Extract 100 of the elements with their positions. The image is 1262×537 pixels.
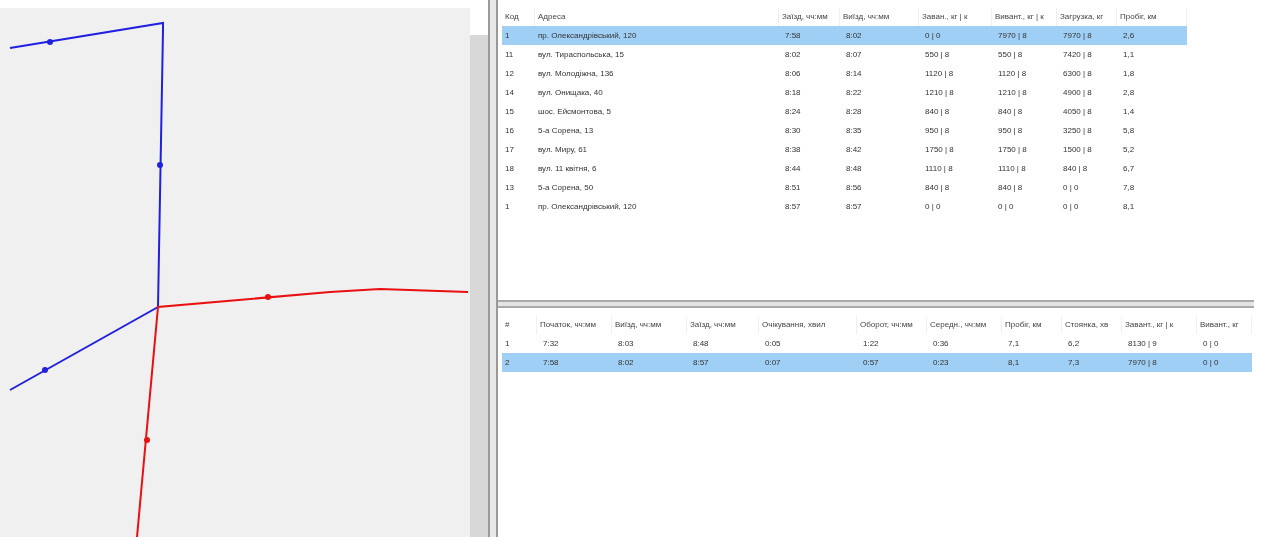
table-cell-text: 1120 | 8 [924, 68, 955, 80]
table-row[interactable]: 2 7:58 8:02 8:57 0:07 0:57 0:23 8,1 7,3 7970 | 8 0 | 0 [502, 353, 1252, 372]
table-cell-text: вул. Молодіжна, 136 [537, 68, 615, 80]
table-cell-text: пр. Олександрівський, 120 [537, 30, 638, 42]
table-cell-text: 6,7 [1122, 163, 1136, 175]
table-cell-text: 1,1 [1122, 49, 1136, 61]
table-cell-text: 550 | 8 [924, 49, 951, 61]
table-cell-text: вул. Тираспольська, 15 [537, 49, 625, 61]
table-row[interactable]: 17 вул. Миру, 61 8:38 8:42 1750 | 8 1750 | 8 1500 | 8 5,2 [502, 140, 1187, 159]
table-cell-text: 840 | 8 [997, 106, 1024, 118]
table-row[interactable]: 14 вул. Онищака, 40 8:18 8:22 1210 | 8 1210 | 8 4900 | 8 2,8 [502, 83, 1187, 102]
table-cell-text: 8130 | 9 [1127, 338, 1158, 350]
table-cell-text: 8:44 [784, 163, 802, 175]
column-header[interactable]: Завант., кг | к [1122, 316, 1197, 334]
table-cell-text: пр. Олександрівський, 120 [537, 201, 638, 213]
column-header[interactable]: # [502, 316, 537, 334]
table-cell-text: 0:36 [932, 338, 950, 350]
table-cell-text: 7:58 [542, 357, 560, 369]
table-cell-text: 8:18 [784, 87, 802, 99]
table-cell-text: 12 [504, 68, 515, 80]
column-header[interactable]: Середн., чч:мм [927, 316, 1002, 334]
table-cell-text: 0 | 0 [1062, 201, 1080, 213]
column-header[interactable]: Оборот, чч:мм [857, 316, 927, 334]
table-cell-text: 6,2 [1067, 338, 1081, 350]
table-row[interactable]: 1 пр. Олександрівський, 120 7:58 8:02 0 | 0 7970 | 8 7970 | 8 2,6 [502, 26, 1187, 45]
table-cell-text: 1,4 [1122, 106, 1136, 118]
table-cell-text: 8:28 [845, 106, 863, 118]
table-row[interactable]: 16 5-а Сорена, 13 8:30 8:35 950 | 8 950 | 8 3250 | 8 5,8 [502, 121, 1187, 140]
table-row[interactable]: 18 вул. 11 квітня, 6 8:44 8:48 1110 | 8 1110 | 8 840 | 8 6,7 [502, 159, 1187, 178]
table-cell-text: 13 [504, 182, 515, 194]
table-cell-text: 0 | 0 [1062, 182, 1080, 194]
table-cell-text: 0 | 0 [924, 30, 942, 42]
table-cell-text: шос. Ейсмонтова, 5 [537, 106, 612, 118]
table-cell-text: 1750 | 8 [997, 144, 1028, 156]
table-cell-text: 8,1 [1007, 357, 1021, 369]
table-cell-text: 1500 | 8 [1062, 144, 1093, 156]
table-cell-text: 7,1 [1007, 338, 1021, 350]
table-cell-text: 0:05 [764, 338, 782, 350]
table-cell-text: 8:42 [845, 144, 863, 156]
table-cell-text: 950 | 8 [997, 125, 1024, 137]
table-cell-text: 1750 | 8 [924, 144, 955, 156]
table-cell-text: 5,2 [1122, 144, 1136, 156]
table-cell-text: 4050 | 8 [1062, 106, 1093, 118]
table-cell-text: 5-а Сорена, 50 [537, 182, 595, 194]
table-cell-text: 2,6 [1122, 30, 1136, 42]
splitter[interactable] [488, 0, 498, 537]
table-cell-text: 8:57 [784, 201, 802, 213]
splitter[interactable] [498, 300, 1254, 308]
table-cell-text: 1 [504, 338, 511, 350]
table-cell-text: 1 [504, 30, 511, 42]
table-cell-text: 8,1 [1122, 201, 1136, 213]
table-row[interactable]: 13 5-а Сорена, 50 8:51 8:56 840 | 8 840 | 8 0 | 0 7,8 [502, 178, 1187, 197]
table-cell-text: 18 [504, 163, 515, 175]
table-cell-text: 1210 | 8 [924, 87, 955, 99]
table-cell-text: 950 | 8 [924, 125, 951, 137]
table-row[interactable]: 11 вул. Тираспольська, 15 8:02 8:07 550 | 8 550 | 8 7420 | 8 1,1 [502, 45, 1187, 64]
table-cell-text: 8:14 [845, 68, 863, 80]
table-cell-text: 1,8 [1122, 68, 1136, 80]
table-cell-text: 8:48 [845, 163, 863, 175]
table-row[interactable]: 1 пр. Олександрівський, 120 8:57 8:57 0 | 0 0 | 0 0 | 0 8,1 [502, 197, 1187, 216]
table-cell-text: 8:06 [784, 68, 802, 80]
table-cell-text: 8:48 [692, 338, 710, 350]
column-header[interactable]: Очікування, хвил [759, 316, 857, 334]
table-cell-text: 15 [504, 106, 515, 118]
table-cell-text: 8:24 [784, 106, 802, 118]
table-cell-text: 8:57 [845, 201, 863, 213]
table-cell-text: 840 | 8 [924, 182, 951, 194]
table-cell-text: 0 | 0 [997, 201, 1015, 213]
column-header[interactable]: Стоянка, хв [1062, 316, 1122, 334]
table-cell-text: 7:32 [542, 338, 560, 350]
table-cell-text: 0:23 [932, 357, 950, 369]
table-cell-text: 8:02 [845, 30, 863, 42]
table-cell-text: 1110 | 8 [997, 163, 1027, 175]
table-cell-text: 0 | 0 [1202, 338, 1220, 350]
table-cell-text: 0 | 0 [1202, 357, 1220, 369]
table-cell-text: 1210 | 8 [997, 87, 1028, 99]
table-row[interactable]: 1 7:32 8:03 8:48 0:05 1:22 0:36 7,1 6,2 8130 | 9 0 | 0 [502, 334, 1252, 353]
table-cell-text: 16 [504, 125, 515, 137]
table-cell-text: 0:07 [764, 357, 782, 369]
table-cell-text: 7970 | 8 [997, 30, 1028, 42]
table-cell-text: 8:02 [784, 49, 802, 61]
column-header[interactable]: Вивант., кг [1197, 316, 1252, 334]
table-cell-text: 3250 | 8 [1062, 125, 1093, 137]
table-cell-text: 1110 | 8 [924, 163, 954, 175]
column-header[interactable]: Пробіг, км [1002, 316, 1062, 334]
table-cell-text: 7,8 [1122, 182, 1136, 194]
table-cell-text: 0:57 [862, 357, 880, 369]
table-cell-text: 17 [504, 144, 515, 156]
table-cell-text: 8:56 [845, 182, 863, 194]
table-cell-text: 7420 | 8 [1062, 49, 1093, 61]
table-row[interactable]: 15 шос. Ейсмонтова, 5 8:24 8:28 840 | 8 840 | 8 4050 | 8 1,4 [502, 102, 1187, 121]
table-cell-text: 8:38 [784, 144, 802, 156]
table-cell-text: 7:58 [784, 30, 802, 42]
table-cell-text: 7970 | 8 [1062, 30, 1093, 42]
column-header[interactable]: Початок, чч:мм [537, 316, 612, 334]
table-cell-text: 8:30 [784, 125, 802, 137]
column-header[interactable]: Виїзд, чч:мм [612, 316, 687, 334]
table-cell-text: 840 | 8 [1062, 163, 1089, 175]
table-row[interactable]: 12 вул. Молодіжна, 136 8:06 8:14 1120 | 8 1120 | 8 6300 | 8 1,8 [502, 64, 1187, 83]
column-header[interactable]: Заїзд, чч:мм [687, 316, 759, 334]
